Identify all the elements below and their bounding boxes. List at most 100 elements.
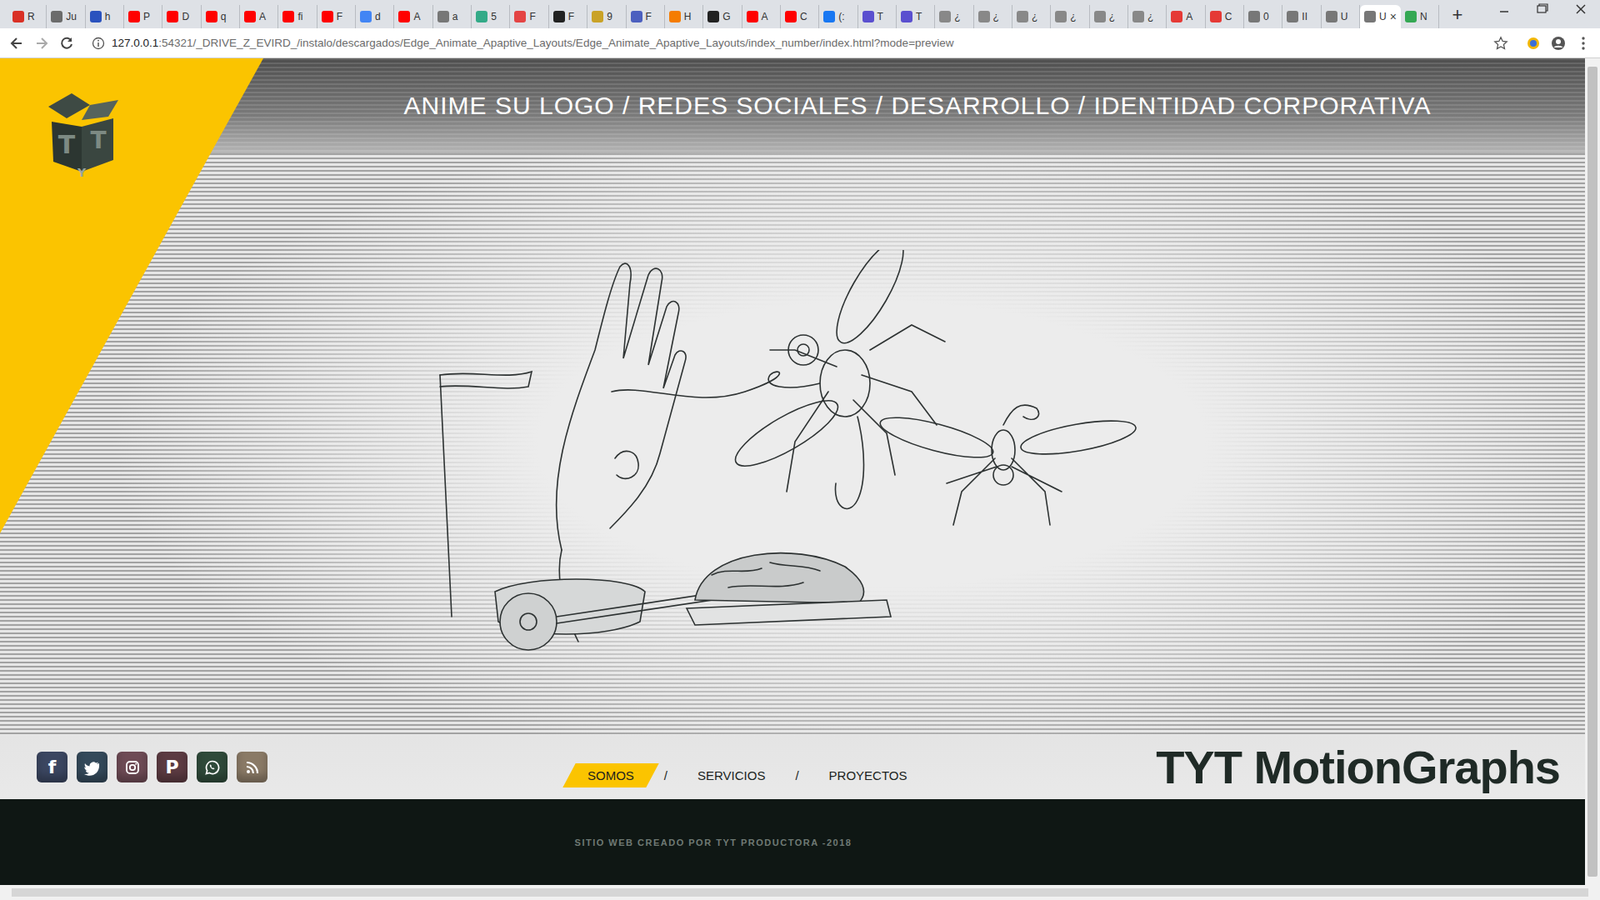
brand-title: TYT MotionGraphs (1155, 740, 1585, 795)
browser-tab[interactable]: F (317, 5, 356, 29)
pinterest-icon[interactable]: P (156, 751, 188, 783)
facebook-icon[interactable]: f (36, 751, 68, 783)
favicon-icon (1405, 10, 1417, 23)
svg-text:T: T (58, 130, 76, 160)
twitter-icon[interactable] (76, 751, 108, 783)
browser-tab[interactable]: 9 (587, 5, 626, 29)
favicon-icon (553, 10, 565, 23)
tyt-logo[interactable]: TTY (38, 88, 130, 180)
horizontal-scrollbar[interactable] (0, 885, 1600, 900)
browser-tab[interactable]: h (85, 5, 125, 29)
browser-tab[interactable]: ¿ (1012, 5, 1051, 29)
browser-tab[interactable]: T (896, 5, 935, 29)
web-page: TTY ANIME SU LOGO / REDES SOCIALES / DES… (0, 58, 1585, 885)
nav-link[interactable]: PROYECTOS (810, 763, 926, 788)
browser-tab[interactable]: Ju (46, 5, 85, 29)
browser-tab[interactable]: A (742, 5, 781, 29)
browser-tab[interactable]: R (8, 5, 47, 29)
bookmark-star-icon[interactable] (1493, 35, 1509, 51)
favicon-icon (746, 10, 759, 23)
favicon-icon (630, 10, 643, 23)
tagline: ANIME SU LOGO / REDES SOCIALES / DESARRO… (404, 91, 1432, 120)
browser-tab[interactable]: ¿ (974, 5, 1013, 29)
nav-link[interactable]: SOMOS (569, 763, 653, 788)
new-tab-button[interactable]: + (1445, 3, 1470, 27)
browser-tab[interactable]: q (201, 5, 240, 29)
browser-tab[interactable]: C (780, 5, 820, 29)
minimize-icon[interactable] (1485, 0, 1524, 19)
browser-tab[interactable]: A (1166, 5, 1205, 29)
browser-tab[interactable]: ¿ (1050, 5, 1090, 29)
close-window-icon[interactable] (1561, 0, 1600, 19)
main-nav: SOMOS/ SERVICIOS/ PROYECTOS (569, 746, 926, 788)
favicon-icon (978, 10, 990, 23)
favicon-icon (669, 10, 681, 23)
whatsapp-icon[interactable] (196, 751, 228, 783)
browser-tab[interactable]: T (858, 5, 897, 29)
info-icon[interactable] (91, 36, 105, 50)
browser-tab[interactable]: F (626, 5, 665, 29)
browser-tab[interactable]: a (433, 5, 472, 29)
favicon-icon (707, 10, 720, 23)
browser-tab[interactable]: ¿ (1128, 5, 1167, 29)
restore-icon[interactable] (1523, 0, 1562, 19)
browser-tab[interactable]: H (665, 5, 704, 29)
favicon-icon (205, 10, 218, 23)
favicon-icon (1055, 10, 1067, 23)
favicon-icon (166, 10, 179, 23)
browser-tab[interactable]: U (1321, 5, 1360, 29)
forward-arrow-icon[interactable] (33, 35, 50, 52)
browser-tab[interactable]: F (510, 5, 549, 29)
browser-tab[interactable]: 0 (1244, 5, 1283, 29)
favicon-icon (1248, 10, 1260, 23)
browser-tab[interactable]: D (162, 5, 201, 29)
browser-tab[interactable]: U × (1360, 5, 1401, 29)
favicon-icon (398, 10, 410, 23)
browser-tab[interactable]: A (394, 5, 433, 29)
favicon-icon (514, 10, 526, 23)
browser-tab[interactable]: N (1400, 5, 1440, 29)
favicon-icon (1016, 10, 1029, 23)
browser-tab[interactable]: C (1205, 5, 1245, 29)
favicon-icon (360, 10, 372, 23)
footer: SITIO WEB CREADO POR TYT PRODUCTORA -201… (0, 799, 1585, 885)
extension-icon[interactable] (1525, 35, 1542, 52)
browser-tab[interactable]: ¿ (935, 5, 974, 29)
browser-tab[interactable]: ¿ (1090, 5, 1129, 29)
browser-tab[interactable]: A (240, 5, 279, 29)
browser-tab[interactable]: F (549, 5, 588, 29)
instagram-icon[interactable] (116, 751, 148, 783)
browser-window: R Ju h P D q A fi F d A a 5 F F 9 F H G … (0, 0, 1600, 900)
favicon-icon (1210, 10, 1222, 23)
browser-tab[interactable]: 5 (471, 5, 510, 29)
favicon-icon (1132, 10, 1145, 23)
illustration (436, 250, 1192, 705)
vertical-scrollbar[interactable] (1585, 58, 1600, 885)
browser-tab[interactable]: G (703, 5, 742, 29)
reload-icon[interactable] (58, 35, 75, 52)
back-arrow-icon[interactable] (8, 35, 25, 52)
browser-tab[interactable]: d (355, 5, 395, 29)
favicon-icon (90, 10, 102, 23)
favicon-icon (1170, 10, 1183, 23)
close-tab-button[interactable]: × (1390, 10, 1397, 24)
address-bar[interactable]: 127.0.0.1:54321/_DRIVE_Z_EVIRD_/instalo/… (83, 31, 1517, 55)
account-icon[interactable] (1550, 35, 1567, 52)
favicon-icon (1325, 10, 1338, 23)
favicon-icon (321, 10, 334, 23)
favicon-icon (128, 10, 140, 23)
favicon-icon (12, 10, 25, 23)
favicon-icon (1364, 10, 1376, 23)
browser-tab[interactable]: fi (278, 5, 317, 29)
browser-tab[interactable]: P (124, 5, 163, 29)
menu-icon[interactable] (1575, 35, 1592, 52)
nav-link[interactable]: SERVICIOS (679, 763, 784, 788)
browser-tab[interactable]: II (1282, 5, 1321, 29)
favicon-icon (282, 10, 295, 23)
tab-bar: R Ju h P D q A fi F d A a 5 F F 9 F H G … (0, 0, 1600, 29)
rss-icon[interactable] (236, 751, 268, 783)
favicon-icon (1286, 10, 1299, 23)
favicon-icon (591, 10, 604, 23)
svg-text:T: T (90, 126, 106, 155)
browser-tab[interactable]: (: (819, 5, 858, 29)
